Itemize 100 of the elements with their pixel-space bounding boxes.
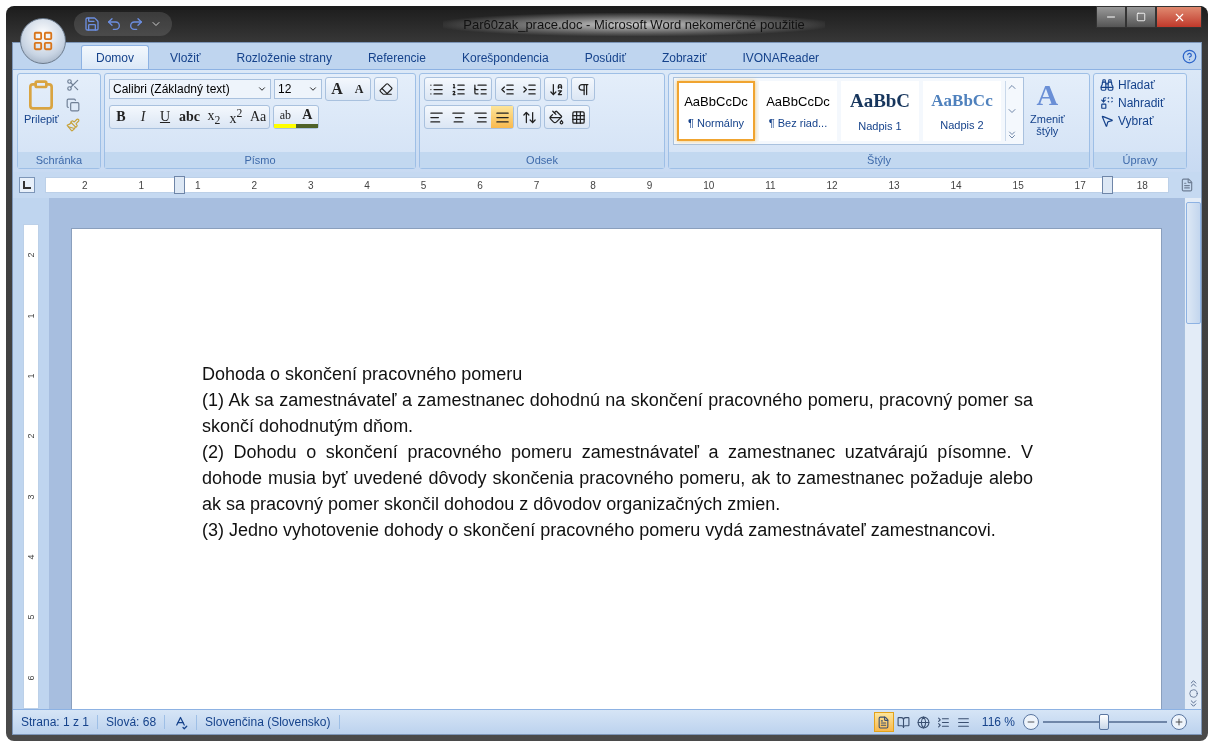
indent-icon	[521, 81, 537, 97]
vertical-scrollbar[interactable]	[1184, 198, 1201, 709]
format-button[interactable]: U	[154, 106, 176, 128]
font-size-field[interactable]: 12	[274, 79, 322, 99]
help-icon[interactable]	[1182, 48, 1197, 64]
document-paragraph: (1) Ak sa zamestnávateľ a zamestnanec dohodnú na skončení pracovného pomeru, pracovný pomer sa skončí dohodnutým dňom.	[202, 389, 1033, 438]
book-icon	[897, 715, 911, 729]
ribbon-tab[interactable]: Rozloženie strany	[221, 45, 347, 69]
outdent-icon	[499, 81, 515, 97]
view-ruler-button[interactable]	[1179, 177, 1195, 193]
copy-button[interactable]	[64, 97, 81, 113]
editing-button[interactable]: Hľadať	[1098, 77, 1167, 93]
ruler-number: 12	[826, 179, 838, 191]
format-button[interactable]: Aa	[247, 106, 270, 128]
ruler-number: 18	[1136, 179, 1148, 191]
ruler-number: 1	[138, 179, 145, 191]
word-count[interactable]: Slová: 68	[98, 715, 166, 729]
document-paragraph: (2) Dohodu o skončení pracovného pomeru zamestnávateľ a zamestnanec uzatvárajú písomne. V dohode musia byť uvedené dôvody skončenia pracovného pomeru, ak to zamestnanec požaduje alebo ak sa pracovný pomer skončil dohodou z dôvodov organizačných zmien.	[202, 441, 1033, 516]
page-count[interactable]: Strana: 1 z 1	[13, 715, 99, 729]
ribbon-tab[interactable]: Posúdiť	[569, 45, 641, 69]
office-button[interactable]	[20, 18, 66, 64]
more-icon[interactable]	[1006, 129, 1018, 141]
format-button[interactable]: x$_{2}$	[203, 106, 225, 128]
paintbrush-icon	[65, 118, 80, 132]
ruler-number: 1	[194, 179, 201, 191]
style-item[interactable]: AaBbC Nadpis 1	[841, 81, 919, 141]
redo-icon[interactable]	[128, 16, 144, 32]
scroll-thumb[interactable]	[1185, 202, 1201, 324]
ribbon-tab[interactable]: Domov	[81, 45, 149, 69]
ruler-number: 4	[26, 554, 36, 560]
tab-selector[interactable]	[19, 177, 35, 193]
ruler-number: 1	[26, 373, 36, 379]
ribbon-tab[interactable]: IVONAReader	[727, 45, 835, 69]
replace-icon	[1100, 96, 1114, 110]
ruler-number: 3	[307, 179, 314, 191]
format-button[interactable]: abc	[176, 106, 203, 128]
ribbon-tab[interactable]: Referencie	[352, 45, 441, 69]
grow-font-button[interactable]: A	[326, 78, 348, 100]
undo-icon[interactable]	[106, 16, 122, 32]
cut-button[interactable]	[64, 77, 81, 93]
line-spacing-icon	[521, 109, 537, 125]
browse-object-icon[interactable]	[1188, 689, 1198, 698]
justify-icon	[494, 109, 510, 125]
close-button[interactable]	[1156, 6, 1202, 28]
align-left-icon	[428, 109, 444, 125]
change-styles-button[interactable]: A Zmeniť štýly	[1028, 77, 1067, 139]
ruler-number: 6	[26, 675, 36, 681]
editing-button[interactable]: Vybrať	[1098, 113, 1167, 129]
ruler-number: 3	[26, 494, 36, 500]
zoom-in-button[interactable]	[1171, 714, 1187, 730]
bullet-list-icon	[428, 81, 444, 97]
ribbon-tab[interactable]: Korešpondencia	[446, 45, 564, 69]
page-icon	[1180, 178, 1194, 192]
document-paragraph: (3) Jedno vyhotovenie dohody o skončení pracovného pomeru vydá zamestnávateľ zamestnancovi.	[202, 519, 997, 542]
save-icon[interactable]	[84, 16, 100, 32]
copy-icon	[65, 98, 80, 112]
page-icon	[877, 715, 891, 729]
ruler-number: 5	[420, 179, 427, 191]
style-item[interactable]: AaBbCcDc ¶ Bez riad...	[759, 81, 837, 141]
caret-icon	[308, 84, 318, 94]
zoom-thumb[interactable]	[1098, 714, 1109, 730]
proofing-icon[interactable]	[173, 714, 189, 730]
document-paragraph: Dohoda o skončení pracovného pomeru	[202, 363, 524, 386]
grid-icon	[32, 30, 54, 52]
style-item[interactable]: AaBbCc Nadpis 2	[923, 81, 1001, 141]
outline-icon	[937, 715, 951, 729]
indent-marker[interactable]	[174, 176, 185, 194]
zoom-out-button[interactable]	[1023, 714, 1039, 730]
ribbon-tab[interactable]: Zobraziť	[646, 45, 722, 69]
ruler-number: 2	[26, 433, 36, 439]
group-label: Písmo	[105, 152, 415, 168]
align-button[interactable]	[491, 106, 513, 128]
style-item[interactable]: AaBbCcDc ¶ Normálny	[677, 81, 755, 141]
group-label: Schránka	[18, 152, 100, 168]
right-indent-marker[interactable]	[1102, 176, 1113, 194]
zoom-level[interactable]: 116 %	[973, 715, 1023, 729]
view-button[interactable]	[873, 712, 894, 732]
shrink-font-button[interactable]: A	[348, 78, 370, 100]
ruler-number: 7	[533, 179, 540, 191]
borders-icon	[570, 109, 586, 125]
format-button[interactable]: I	[132, 106, 154, 128]
paint-bucket-icon	[548, 109, 564, 125]
maximize-icon	[1136, 12, 1146, 22]
sort-icon	[548, 81, 564, 97]
globe-icon	[917, 715, 931, 729]
font-name-field[interactable]: Calibri (Základný text)	[109, 79, 271, 99]
font-color-button[interactable]: A	[296, 106, 319, 128]
minimize-button[interactable]	[1096, 6, 1126, 28]
ruler-number: 10	[703, 179, 715, 191]
format-button[interactable]: B	[110, 106, 132, 128]
highlight-button[interactable]: ab	[274, 106, 297, 128]
editing-button[interactable]: Nahradiť	[1098, 95, 1167, 111]
ribbon-tab[interactable]: Vložiť	[155, 45, 216, 69]
scissors-icon	[65, 78, 80, 92]
maximize-button[interactable]	[1126, 6, 1156, 28]
binoculars-icon	[1100, 78, 1114, 92]
paste-button[interactable]: Prilepiť	[22, 77, 61, 127]
language-indicator[interactable]: Slovenčina (Slovensko)	[197, 715, 340, 729]
group-label: Úpravy	[1094, 152, 1186, 168]
format-button[interactable]: x$^{2}$	[225, 106, 247, 128]
